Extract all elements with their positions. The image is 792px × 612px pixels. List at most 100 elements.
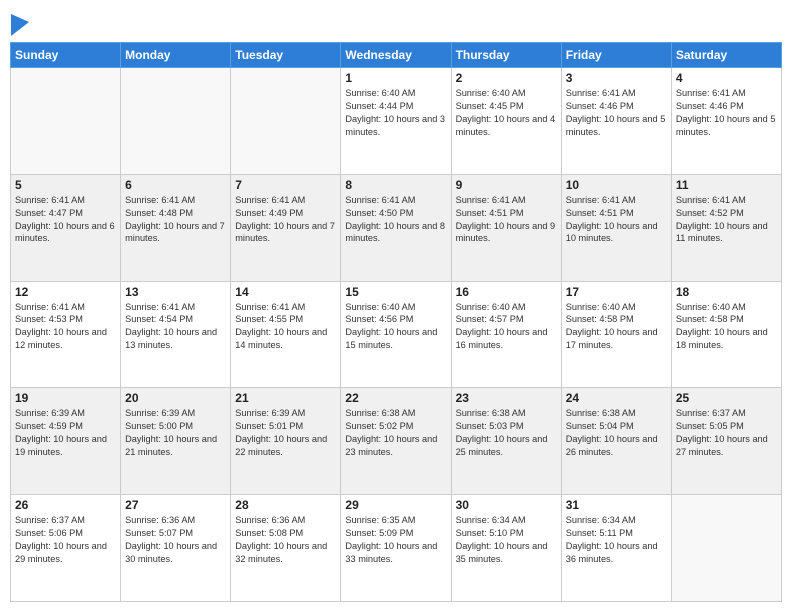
day-info: Sunrise: 6:38 AM Sunset: 5:04 PM Dayligh… <box>566 408 658 457</box>
day-info: Sunrise: 6:41 AM Sunset: 4:55 PM Dayligh… <box>235 302 327 351</box>
calendar-table: SundayMondayTuesdayWednesdayThursdayFrid… <box>10 42 782 602</box>
calendar-week-row: 5 Sunrise: 6:41 AM Sunset: 4:47 PM Daylig… <box>11 174 782 281</box>
calendar-day-7: 7 Sunrise: 6:41 AM Sunset: 4:49 PM Daylig… <box>231 174 341 281</box>
day-number: 7 <box>235 178 336 192</box>
day-info: Sunrise: 6:38 AM Sunset: 5:03 PM Dayligh… <box>456 408 548 457</box>
day-number: 25 <box>676 391 777 405</box>
day-number: 19 <box>15 391 116 405</box>
day-info: Sunrise: 6:40 AM Sunset: 4:45 PM Dayligh… <box>456 88 556 137</box>
col-header-tuesday: Tuesday <box>231 43 341 68</box>
calendar-day-15: 15Sunrise: 6:40 AM Sunset: 4:56 PM Dayli… <box>341 281 451 388</box>
day-number: 8 <box>345 178 446 192</box>
day-number: 10 <box>566 178 667 192</box>
day-info: Sunrise: 6:41 AM Sunset: 4:46 PM Dayligh… <box>566 88 666 137</box>
day-number: 24 <box>566 391 667 405</box>
logo <box>10 14 29 34</box>
col-header-sunday: Sunday <box>11 43 121 68</box>
day-number: 21 <box>235 391 336 405</box>
day-info: Sunrise: 6:39 AM Sunset: 5:00 PM Dayligh… <box>125 408 217 457</box>
day-number: 22 <box>345 391 446 405</box>
calendar-day-13: 13 Sunrise: 6:41 AM Sunset: 4:54 PM Dayli… <box>121 281 231 388</box>
col-header-monday: Monday <box>121 43 231 68</box>
calendar-week-row: 12 Sunrise: 6:41 AM Sunset: 4:53 PM Dayli… <box>11 281 782 388</box>
calendar-day-6: 6Sunrise: 6:41 AM Sunset: 4:48 PM Daylig… <box>121 174 231 281</box>
day-info: Sunrise: 6:38 AM Sunset: 5:02 PM Dayligh… <box>345 408 437 457</box>
calendar-day-2: 2 Sunrise: 6:40 AM Sunset: 4:45 PM Daylig… <box>451 68 561 175</box>
calendar-day-20: 20 Sunrise: 6:39 AM Sunset: 5:00 PM Dayli… <box>121 388 231 495</box>
day-info: Sunrise: 6:41 AM Sunset: 4:51 PM Dayligh… <box>456 195 556 244</box>
calendar-day-30: 30 Sunrise: 6:34 AM Sunset: 5:10 PM Dayli… <box>451 495 561 602</box>
logo-icon <box>11 14 29 36</box>
calendar-day-19: 19Sunrise: 6:39 AM Sunset: 4:59 PM Dayli… <box>11 388 121 495</box>
calendar-empty-cell <box>11 68 121 175</box>
day-number: 13 <box>125 285 226 299</box>
day-info: Sunrise: 6:41 AM Sunset: 4:53 PM Dayligh… <box>15 302 107 351</box>
calendar-day-17: 17 Sunrise: 6:40 AM Sunset: 4:58 PM Dayli… <box>561 281 671 388</box>
page: SundayMondayTuesdayWednesdayThursdayFrid… <box>0 0 792 612</box>
calendar-empty-cell <box>231 68 341 175</box>
day-number: 16 <box>456 285 557 299</box>
day-info: Sunrise: 6:41 AM Sunset: 4:47 PM Dayligh… <box>15 195 115 244</box>
calendar-day-14: 14 Sunrise: 6:41 AM Sunset: 4:55 PM Dayli… <box>231 281 341 388</box>
day-info: Sunrise: 6:41 AM Sunset: 4:52 PM Dayligh… <box>676 195 768 244</box>
col-header-wednesday: Wednesday <box>341 43 451 68</box>
day-info: Sunrise: 6:41 AM Sunset: 4:48 PM Dayligh… <box>125 195 225 244</box>
calendar-week-row: 26Sunrise: 6:37 AM Sunset: 5:06 PM Dayli… <box>11 495 782 602</box>
calendar-day-12: 12 Sunrise: 6:41 AM Sunset: 4:53 PM Dayli… <box>11 281 121 388</box>
day-info: Sunrise: 6:37 AM Sunset: 5:06 PM Dayligh… <box>15 515 107 564</box>
day-number: 9 <box>456 178 557 192</box>
day-info: Sunrise: 6:40 AM Sunset: 4:57 PM Dayligh… <box>456 302 548 351</box>
day-number: 23 <box>456 391 557 405</box>
day-number: 14 <box>235 285 336 299</box>
day-info: Sunrise: 6:41 AM Sunset: 4:51 PM Dayligh… <box>566 195 658 244</box>
day-number: 4 <box>676 71 777 85</box>
day-info: Sunrise: 6:35 AM Sunset: 5:09 PM Dayligh… <box>345 515 437 564</box>
day-number: 27 <box>125 498 226 512</box>
day-info: Sunrise: 6:37 AM Sunset: 5:05 PM Dayligh… <box>676 408 768 457</box>
calendar-day-10: 10 Sunrise: 6:41 AM Sunset: 4:51 PM Dayli… <box>561 174 671 281</box>
calendar-day-5: 5 Sunrise: 6:41 AM Sunset: 4:47 PM Daylig… <box>11 174 121 281</box>
header <box>10 10 782 34</box>
calendar-day-1: 1 Sunrise: 6:40 AM Sunset: 4:44 PM Daylig… <box>341 68 451 175</box>
calendar-day-4: 4Sunrise: 6:41 AM Sunset: 4:46 PM Daylig… <box>671 68 781 175</box>
calendar-day-21: 21 Sunrise: 6:39 AM Sunset: 5:01 PM Dayli… <box>231 388 341 495</box>
day-number: 12 <box>15 285 116 299</box>
day-info: Sunrise: 6:39 AM Sunset: 5:01 PM Dayligh… <box>235 408 327 457</box>
day-number: 3 <box>566 71 667 85</box>
col-header-saturday: Saturday <box>671 43 781 68</box>
calendar-empty-cell <box>121 68 231 175</box>
day-number: 1 <box>345 71 446 85</box>
calendar-day-22: 22 Sunrise: 6:38 AM Sunset: 5:02 PM Dayli… <box>341 388 451 495</box>
calendar-day-16: 16 Sunrise: 6:40 AM Sunset: 4:57 PM Dayli… <box>451 281 561 388</box>
day-number: 17 <box>566 285 667 299</box>
day-number: 29 <box>345 498 446 512</box>
col-header-thursday: Thursday <box>451 43 561 68</box>
calendar-week-row: 19Sunrise: 6:39 AM Sunset: 4:59 PM Dayli… <box>11 388 782 495</box>
day-number: 2 <box>456 71 557 85</box>
calendar-day-26: 26Sunrise: 6:37 AM Sunset: 5:06 PM Dayli… <box>11 495 121 602</box>
day-info: Sunrise: 6:41 AM Sunset: 4:49 PM Dayligh… <box>235 195 335 244</box>
day-info: Sunrise: 6:36 AM Sunset: 5:07 PM Dayligh… <box>125 515 217 564</box>
calendar-day-11: 11 Sunrise: 6:41 AM Sunset: 4:52 PM Dayli… <box>671 174 781 281</box>
calendar-day-23: 23 Sunrise: 6:38 AM Sunset: 5:03 PM Dayli… <box>451 388 561 495</box>
calendar-day-24: 24 Sunrise: 6:38 AM Sunset: 5:04 PM Dayli… <box>561 388 671 495</box>
col-header-friday: Friday <box>561 43 671 68</box>
day-number: 30 <box>456 498 557 512</box>
calendar-header-row: SundayMondayTuesdayWednesdayThursdayFrid… <box>11 43 782 68</box>
calendar-empty-cell <box>671 495 781 602</box>
day-info: Sunrise: 6:36 AM Sunset: 5:08 PM Dayligh… <box>235 515 327 564</box>
day-number: 20 <box>125 391 226 405</box>
day-number: 28 <box>235 498 336 512</box>
calendar-day-9: 9 Sunrise: 6:41 AM Sunset: 4:51 PM Daylig… <box>451 174 561 281</box>
day-info: Sunrise: 6:40 AM Sunset: 4:56 PM Dayligh… <box>345 302 437 351</box>
day-number: 31 <box>566 498 667 512</box>
calendar-day-3: 3 Sunrise: 6:41 AM Sunset: 4:46 PM Daylig… <box>561 68 671 175</box>
day-number: 11 <box>676 178 777 192</box>
day-number: 5 <box>15 178 116 192</box>
day-info: Sunrise: 6:34 AM Sunset: 5:10 PM Dayligh… <box>456 515 548 564</box>
day-number: 18 <box>676 285 777 299</box>
day-info: Sunrise: 6:41 AM Sunset: 4:54 PM Dayligh… <box>125 302 217 351</box>
calendar-day-18: 18Sunrise: 6:40 AM Sunset: 4:58 PM Dayli… <box>671 281 781 388</box>
day-info: Sunrise: 6:40 AM Sunset: 4:44 PM Dayligh… <box>345 88 445 137</box>
day-info: Sunrise: 6:40 AM Sunset: 4:58 PM Dayligh… <box>566 302 658 351</box>
